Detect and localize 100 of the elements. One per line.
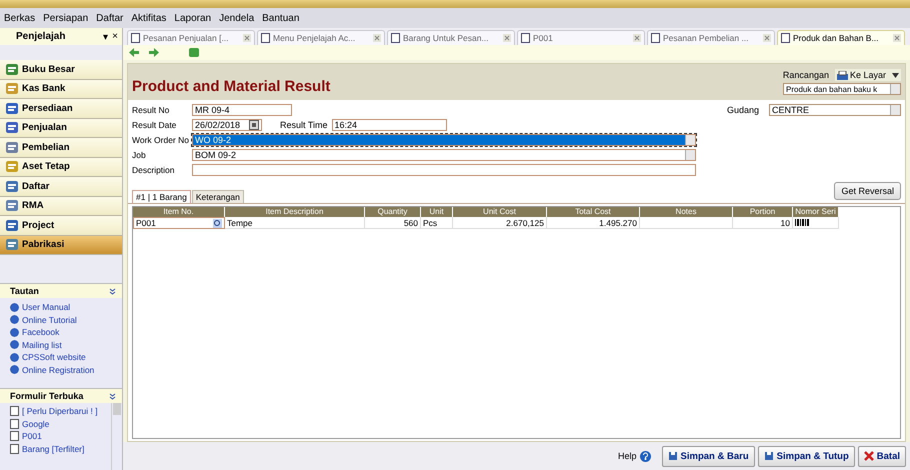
document-icon bbox=[521, 33, 530, 43]
input-field[interactable]: WO 09-2 bbox=[192, 134, 696, 146]
link[interactable]: Barang [Terfilter] bbox=[22, 444, 84, 454]
menu-item[interactable]: Bantuan bbox=[262, 12, 300, 24]
module-icon bbox=[6, 64, 18, 75]
close-icon[interactable] bbox=[503, 34, 511, 42]
calendar-icon[interactable] bbox=[249, 120, 259, 130]
link[interactable]: User Manual bbox=[22, 302, 70, 312]
close-button[interactable]: × bbox=[112, 31, 118, 42]
module-item[interactable]: Buku Besar bbox=[0, 60, 122, 80]
form-tab[interactable]: Keterangan bbox=[192, 190, 244, 203]
module-icon bbox=[6, 200, 18, 212]
document-icon bbox=[10, 418, 19, 429]
link[interactable]: Mailing list bbox=[22, 340, 62, 350]
module-item[interactable]: Penjualan bbox=[0, 118, 122, 138]
save-new-button[interactable]: Simpan & Baru bbox=[662, 446, 755, 466]
menu-item[interactable]: Persiapan bbox=[43, 12, 88, 24]
document-icon bbox=[10, 406, 19, 416]
scrollbar[interactable] bbox=[111, 403, 122, 470]
document-tab[interactable]: Pesanan Pembelian ... bbox=[647, 30, 775, 45]
link[interactable]: CPSSoft website bbox=[22, 352, 86, 362]
document-icon bbox=[391, 33, 400, 43]
output-button[interactable]: Ke Layar bbox=[834, 69, 901, 81]
column-header[interactable]: Nomor Seri bbox=[793, 207, 839, 217]
cross-icon bbox=[864, 451, 874, 461]
module-item[interactable]: Pembelian bbox=[0, 138, 122, 158]
table-cell: 2.670,125 bbox=[453, 217, 547, 229]
link[interactable]: Facebook bbox=[22, 327, 60, 338]
dropdown-arrow[interactable]: ▾ bbox=[103, 30, 108, 42]
close-icon[interactable] bbox=[893, 34, 901, 42]
panel-title: Penjelajah bbox=[16, 31, 66, 42]
field-label: Result No bbox=[132, 105, 170, 115]
table-cell: Tempe bbox=[225, 217, 365, 229]
document-tab[interactable]: Barang Untuk Pesan... bbox=[387, 30, 515, 45]
document-tab[interactable]: Produk dan Bahan B... bbox=[777, 30, 905, 45]
table-cell: P001 bbox=[136, 217, 156, 229]
input-field[interactable]: MR 09-4 bbox=[192, 104, 292, 116]
menu-item[interactable]: Aktifitas bbox=[131, 12, 166, 24]
field-label: Work Order No bbox=[132, 135, 190, 145]
help-link[interactable]: Help bbox=[618, 451, 637, 461]
module-item[interactable]: Kas Bank bbox=[0, 80, 122, 99]
module-item[interactable]: Daftar bbox=[0, 177, 122, 196]
module-icon bbox=[6, 180, 18, 192]
design-label: Rancangan bbox=[782, 70, 829, 80]
lookup-icon[interactable] bbox=[213, 218, 222, 228]
form-tab[interactable]: #1 | 1 Barang bbox=[132, 190, 191, 203]
column-header[interactable]: Item No. bbox=[133, 207, 225, 217]
input-field[interactable] bbox=[192, 164, 696, 176]
document-icon bbox=[651, 33, 660, 43]
help-icon[interactable] bbox=[640, 450, 651, 462]
panel-title: Formulir Terbuka bbox=[10, 391, 84, 401]
column-header[interactable]: Item Description bbox=[225, 207, 365, 217]
menu-item[interactable]: Berkas bbox=[4, 12, 36, 24]
module-item[interactable]: RMA bbox=[0, 196, 122, 216]
document-tab[interactable]: Menu Penjelajah Ac... bbox=[257, 30, 385, 45]
cancel-button[interactable]: Batal bbox=[858, 446, 906, 466]
module-icon bbox=[6, 83, 18, 94]
menu-item[interactable]: Daftar bbox=[96, 12, 124, 24]
close-icon[interactable] bbox=[763, 34, 771, 42]
collapse-icon[interactable] bbox=[109, 288, 116, 294]
link[interactable]: [ Perlu Diperbarui ! ] bbox=[22, 406, 98, 416]
module-item[interactable]: Persediaan bbox=[0, 99, 122, 118]
save-icon bbox=[668, 451, 678, 461]
link[interactable]: Online Registration bbox=[22, 364, 94, 375]
collapse-icon[interactable] bbox=[109, 392, 116, 400]
document-icon bbox=[781, 33, 790, 43]
link[interactable]: Google bbox=[22, 418, 50, 429]
link[interactable]: P001 bbox=[22, 431, 42, 442]
warehouse-dropdown[interactable]: CENTRE bbox=[769, 104, 901, 116]
field-label: Result Time bbox=[280, 120, 328, 130]
column-header[interactable]: Unit bbox=[421, 207, 453, 217]
get-reversal-button[interactable]: Get Reversal bbox=[834, 182, 901, 200]
module-item[interactable]: Pabrikasi bbox=[0, 236, 122, 255]
close-icon[interactable] bbox=[243, 34, 251, 42]
save-close-button[interactable]: Simpan & Tutup bbox=[758, 446, 855, 466]
form-title: Product and Material Result bbox=[132, 78, 330, 94]
template-dropdown[interactable]: Produk dan bahan baku k bbox=[783, 83, 901, 95]
close-icon[interactable] bbox=[633, 34, 641, 42]
barcode-icon bbox=[795, 219, 809, 226]
close-icon[interactable] bbox=[373, 34, 381, 42]
module-icon bbox=[6, 102, 18, 114]
column-header[interactable]: Portion bbox=[733, 207, 793, 217]
column-header[interactable]: Total Cost bbox=[547, 207, 640, 217]
menu-item[interactable]: Laporan bbox=[174, 12, 212, 24]
input-field[interactable]: 26/02/2018 bbox=[192, 119, 262, 131]
column-header[interactable]: Notes bbox=[640, 207, 733, 217]
input-field[interactable]: BOM 09-2 bbox=[192, 149, 696, 161]
input-field[interactable]: 16:24 bbox=[332, 119, 447, 131]
link[interactable]: Online Tutorial bbox=[22, 314, 77, 325]
module-icon bbox=[6, 122, 18, 134]
column-header[interactable]: Unit Cost bbox=[453, 207, 547, 217]
back-arrow-icon[interactable] bbox=[129, 48, 139, 57]
document-tab[interactable]: P001 bbox=[517, 30, 645, 45]
module-item[interactable]: Aset Tetap bbox=[0, 158, 122, 177]
menu-item[interactable]: Jendela bbox=[219, 12, 254, 24]
document-tab[interactable]: Pesanan Penjualan [... bbox=[127, 30, 255, 45]
module-item[interactable]: Project bbox=[0, 216, 122, 236]
forward-arrow-icon[interactable] bbox=[149, 48, 159, 57]
column-header[interactable]: Quantity bbox=[365, 207, 421, 217]
field-label: Gudang bbox=[726, 105, 759, 115]
